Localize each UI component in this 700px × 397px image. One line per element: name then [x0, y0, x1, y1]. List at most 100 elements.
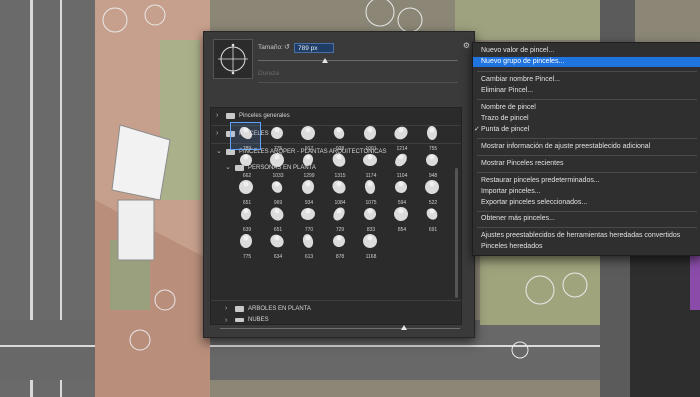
brush-thumbnail[interactable]: 789	[230, 122, 261, 152]
brush-thumbnail[interactable]: 691	[417, 204, 446, 233]
group-name: Pinceles generales	[239, 113, 290, 119]
thumbnail-size-slider[interactable]	[220, 328, 460, 329]
brush-thumbnail[interactable]: 775	[262, 123, 291, 152]
person-top-view-icon	[302, 234, 314, 248]
person-top-view-icon	[301, 207, 315, 221]
person-top-view-icon	[239, 180, 253, 194]
menu-item[interactable]: Cambiar nombre Pincel...	[473, 75, 700, 85]
group-row[interactable]: › Pinceles generales	[211, 108, 461, 124]
brush-thumbnail[interactable]: 1033	[262, 150, 291, 179]
chevron-right-icon[interactable]: ›	[216, 108, 218, 124]
list-scrollbar[interactable]	[455, 168, 458, 298]
brush-thumbnail[interactable]: 1075	[355, 177, 384, 206]
menu-item[interactable]: Importar pinceles...	[473, 187, 700, 197]
brush-thumbnail[interactable]: 594	[386, 177, 415, 206]
brush-thumbnail[interactable]: 934	[293, 177, 322, 206]
menu-item[interactable]: Eliminar Pincel...	[473, 86, 700, 96]
brush-thumbnail[interactable]: 1168	[355, 231, 384, 260]
menu-item-highlighted[interactable]: Nuevo grupo de pinceles...	[473, 57, 700, 67]
brush-thumbnail[interactable]: 833	[355, 204, 384, 233]
brush-size-label: 691	[428, 227, 438, 233]
reset-size-icon[interactable]: ↺	[284, 43, 290, 51]
menu-separator	[477, 155, 697, 156]
brush-angle-preview[interactable]	[213, 39, 253, 79]
brush-thumbnail[interactable]: 1299	[293, 150, 322, 179]
menu-item[interactable]: Restaurar pinceles predeterminados...	[473, 176, 700, 186]
brush-thumbnail[interactable]: 878	[324, 231, 353, 260]
brush-thumbnail[interactable]: 948	[417, 150, 446, 179]
menu-item[interactable]: Mostrar información de ajuste preestable…	[473, 142, 700, 152]
menu-separator	[477, 71, 697, 72]
chevron-down-icon[interactable]: ⌄	[225, 160, 231, 176]
person-top-view-icon	[332, 180, 346, 194]
person-top-view-icon	[240, 208, 252, 220]
brush-thumbnail[interactable]: 917	[293, 123, 322, 152]
menu-item[interactable]: Exportar pinceles seleccionados...	[473, 198, 700, 208]
brush-thumbnail[interactable]: 1091	[355, 123, 384, 152]
person-top-view-icon	[270, 207, 284, 221]
subgroup-row[interactable]: › NUBES	[211, 317, 461, 324]
menu-item[interactable]: Nuevo valor de pincel...	[473, 46, 700, 56]
chevron-right-icon[interactable]: ›	[225, 301, 227, 317]
brush-thumbnail[interactable]: 928	[324, 123, 353, 152]
menu-separator	[477, 211, 697, 212]
brush-thumbnail[interactable]: 613	[293, 231, 322, 260]
person-top-view-icon	[302, 154, 314, 166]
folder-icon	[226, 113, 235, 119]
person-top-view-icon	[271, 181, 283, 193]
subgroup-name: NUBES	[248, 317, 269, 323]
thumbnail-size-handle[interactable]	[401, 325, 407, 330]
size-slider-handle[interactable]	[322, 58, 328, 63]
person-top-view-icon	[364, 208, 376, 220]
gear-icon[interactable]: ⚙	[463, 41, 470, 50]
brush-thumbnail[interactable]: 969	[262, 177, 291, 206]
menu-item[interactable]: Ajustes preestablecidos de herramientas …	[473, 231, 700, 241]
brush-thumbnail[interactable]: 770	[293, 204, 322, 233]
brush-thumbnail[interactable]: 634	[262, 231, 291, 260]
brush-thumbnail[interactable]: 1104	[386, 150, 415, 179]
folder-icon	[235, 306, 244, 312]
person-top-view-icon	[301, 126, 315, 140]
size-slider-track[interactable]	[258, 60, 458, 61]
person-top-view-icon	[333, 235, 345, 247]
brush-panel: Tamaño: ↺ 789 px Dureza ⚙ › Pinceles gen…	[203, 31, 475, 338]
menu-item-checked[interactable]: ✓ Punta de pincel	[473, 125, 700, 135]
chevron-right-icon[interactable]: ›	[216, 126, 218, 142]
person-top-view-icon	[395, 181, 407, 193]
menu-separator	[477, 99, 697, 100]
menu-item[interactable]: Pinceles heredados	[473, 242, 700, 252]
brush-thumbnail[interactable]: 651	[231, 177, 260, 206]
brush-thumbnail[interactable]: 755	[417, 123, 446, 152]
brush-thumbnail[interactable]: 1214	[386, 123, 415, 152]
person-top-view-icon	[332, 153, 346, 167]
brush-thumbnail[interactable]: 854	[386, 204, 415, 233]
menu-item[interactable]: Obtener más pinceles...	[473, 214, 700, 224]
folder-icon	[235, 318, 244, 322]
crosshair-icon	[218, 43, 248, 75]
person-top-view-icon	[271, 127, 283, 139]
size-input[interactable]: 789 px	[294, 43, 334, 53]
menu-separator	[477, 227, 697, 228]
brush-thumbnail[interactable]: 651	[262, 204, 291, 233]
brush-thumbnail[interactable]: 662	[231, 150, 260, 179]
brush-thumbnail[interactable]: 639	[231, 204, 260, 233]
brush-thumbnail[interactable]: 775	[231, 231, 260, 260]
brush-thumbnail[interactable]: 1084	[324, 177, 353, 206]
person-top-view-icon	[240, 154, 252, 166]
person-top-view-icon	[363, 153, 377, 167]
chevron-down-icon[interactable]: ⌄	[216, 144, 222, 160]
person-top-view-icon	[395, 153, 407, 167]
person-top-view-icon	[239, 234, 253, 248]
hardness-slider-track	[258, 82, 458, 83]
brush-thumbnail[interactable]: 1315	[324, 150, 353, 179]
brush-thumbnail[interactable]: 1174	[355, 150, 384, 179]
brush-thumbnail[interactable]: 522	[417, 177, 446, 206]
brush-size-label: 1168	[365, 254, 377, 260]
menu-item[interactable]: Mostrar Pinceles recientes	[473, 159, 700, 169]
subgroup-row[interactable]: › ARBOLES EN PLANTA	[211, 301, 461, 317]
chevron-right-icon[interactable]: ›	[225, 317, 227, 324]
brush-thumbnail[interactable]: 729	[324, 204, 353, 233]
menu-item[interactable]: Nombre de pincel	[473, 103, 700, 113]
brush-size-label: 854	[397, 227, 407, 233]
menu-item[interactable]: Trazo de pincel	[473, 114, 700, 124]
